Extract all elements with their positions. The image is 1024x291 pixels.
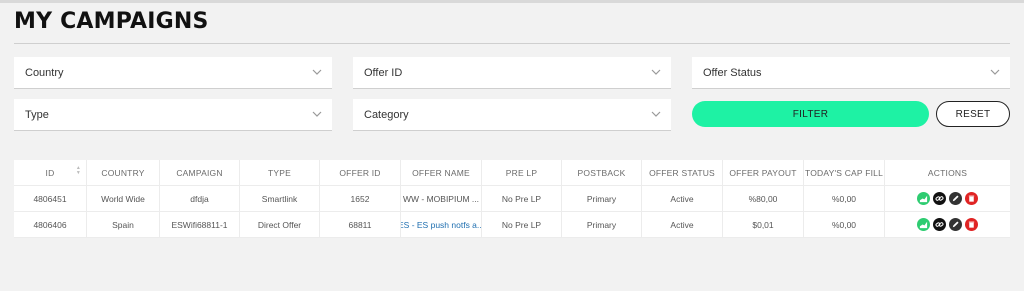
delete-icon[interactable] [965, 218, 978, 231]
category-select-label: Category [364, 108, 409, 121]
cell-offer-payout: $0,01 [723, 212, 804, 237]
column-header-label: TODAY'S CAP FILL [804, 167, 884, 178]
cell-country: Spain [87, 212, 160, 237]
cell-offer-status: Active [642, 186, 723, 211]
column-header-label: OFFER PAYOUT [729, 167, 797, 178]
column-header-offer-id[interactable]: OFFER ID [320, 160, 401, 185]
cell-cap-fill: %0,00 [804, 212, 885, 237]
type-select[interactable]: Type [14, 99, 332, 131]
chevron-down-icon [651, 111, 661, 117]
column-header-postback[interactable]: POSTBACK [562, 160, 642, 185]
cell-id: 4806406 [14, 212, 87, 237]
type-select-label: Type [25, 108, 49, 121]
column-header-label: PRE LP [505, 167, 538, 178]
sort-icon: ▲ ▼ [75, 165, 81, 176]
column-header-country[interactable]: COUNTRY [87, 160, 160, 185]
offer-id-select-label: Offer ID [364, 66, 403, 79]
cell-offer-id: 1652 [320, 186, 401, 211]
column-header-pre-lp[interactable]: PRE LP [482, 160, 562, 185]
filter-button[interactable]: FILTER [692, 101, 929, 127]
cell-cap-fill: %0,00 [804, 186, 885, 211]
column-header-label: ID [45, 167, 55, 178]
cell-pre-lp: No Pre LP [482, 212, 562, 237]
column-header-offer-name[interactable]: OFFER NAME [401, 160, 482, 185]
link-icon[interactable] [933, 218, 946, 231]
chevron-down-icon [651, 69, 661, 75]
cell-offer-payout: %80,00 [723, 186, 804, 211]
column-header-label: OFFER ID [339, 167, 381, 178]
cell-campaign: ESWifi68811-1 [160, 212, 240, 237]
column-header-label: COUNTRY [101, 167, 145, 178]
cell-offer-name: WW - MOBIPIUM ... [401, 186, 482, 211]
column-header-offer-payout[interactable]: OFFER PAYOUT [723, 160, 804, 185]
cell-postback: Primary [562, 186, 642, 211]
column-header-campaign[interactable]: CAMPAIGN [160, 160, 240, 185]
title-divider [14, 43, 1010, 44]
cell-offer-status: Active [642, 212, 723, 237]
offer-status-select-label: Offer Status [703, 66, 762, 79]
table-row: 4806451 World Wide dfdja Smartlink 1652 … [14, 186, 1010, 212]
cell-campaign: dfdja [160, 186, 240, 211]
offer-id-select[interactable]: Offer ID [353, 57, 671, 89]
campaigns-table: ID ▲ ▼ COUNTRY CAMPAIGN TYPE OFFER ID OFFE… [14, 160, 1010, 238]
cell-country: World Wide [87, 186, 160, 211]
cell-offer-id: 68811 [320, 212, 401, 237]
top-border [0, 0, 1024, 3]
column-header-label: ACTIONS [927, 167, 968, 178]
page-title: MY CAMPAIGNS [14, 9, 209, 34]
link-icon[interactable] [933, 192, 946, 205]
cell-type: Direct Offer [240, 212, 320, 237]
chevron-down-icon [990, 69, 1000, 75]
column-header-label: CAMPAIGN [176, 167, 223, 178]
cell-actions [885, 186, 1010, 211]
offer-status-select[interactable]: Offer Status [692, 57, 1010, 89]
stats-icon[interactable] [917, 192, 930, 205]
column-header-label: TYPE [267, 167, 291, 178]
column-header-type[interactable]: TYPE [240, 160, 320, 185]
edit-icon[interactable] [949, 192, 962, 205]
reset-button[interactable]: RESET [936, 101, 1010, 127]
column-header-cap-fill[interactable]: TODAY'S CAP FILL [804, 160, 885, 185]
chevron-down-icon [312, 111, 322, 117]
column-header-label: OFFER NAME [412, 167, 470, 178]
cell-actions [885, 212, 1010, 237]
column-header-label: OFFER STATUS [649, 167, 715, 178]
column-header-actions: ACTIONS [885, 160, 1010, 185]
column-header-label: POSTBACK [577, 167, 626, 178]
chevron-down-icon [312, 69, 322, 75]
cell-postback: Primary [562, 212, 642, 237]
cell-offer-name-link[interactable]: ES - ES push notfs a... [401, 212, 482, 237]
column-header-id[interactable]: ID ▲ ▼ [14, 160, 87, 185]
edit-icon[interactable] [949, 218, 962, 231]
country-select-label: Country [25, 66, 64, 79]
cell-pre-lp: No Pre LP [482, 186, 562, 211]
country-select[interactable]: Country [14, 57, 332, 89]
cell-id: 4806451 [14, 186, 87, 211]
table-row: 4806406 Spain ESWifi68811-1 Direct Offer… [14, 212, 1010, 238]
category-select[interactable]: Category [353, 99, 671, 131]
column-header-offer-status[interactable]: OFFER STATUS [642, 160, 723, 185]
stats-icon[interactable] [917, 218, 930, 231]
cell-type: Smartlink [240, 186, 320, 211]
table-header-row: ID ▲ ▼ COUNTRY CAMPAIGN TYPE OFFER ID OFFE… [14, 160, 1010, 186]
delete-icon[interactable] [965, 192, 978, 205]
